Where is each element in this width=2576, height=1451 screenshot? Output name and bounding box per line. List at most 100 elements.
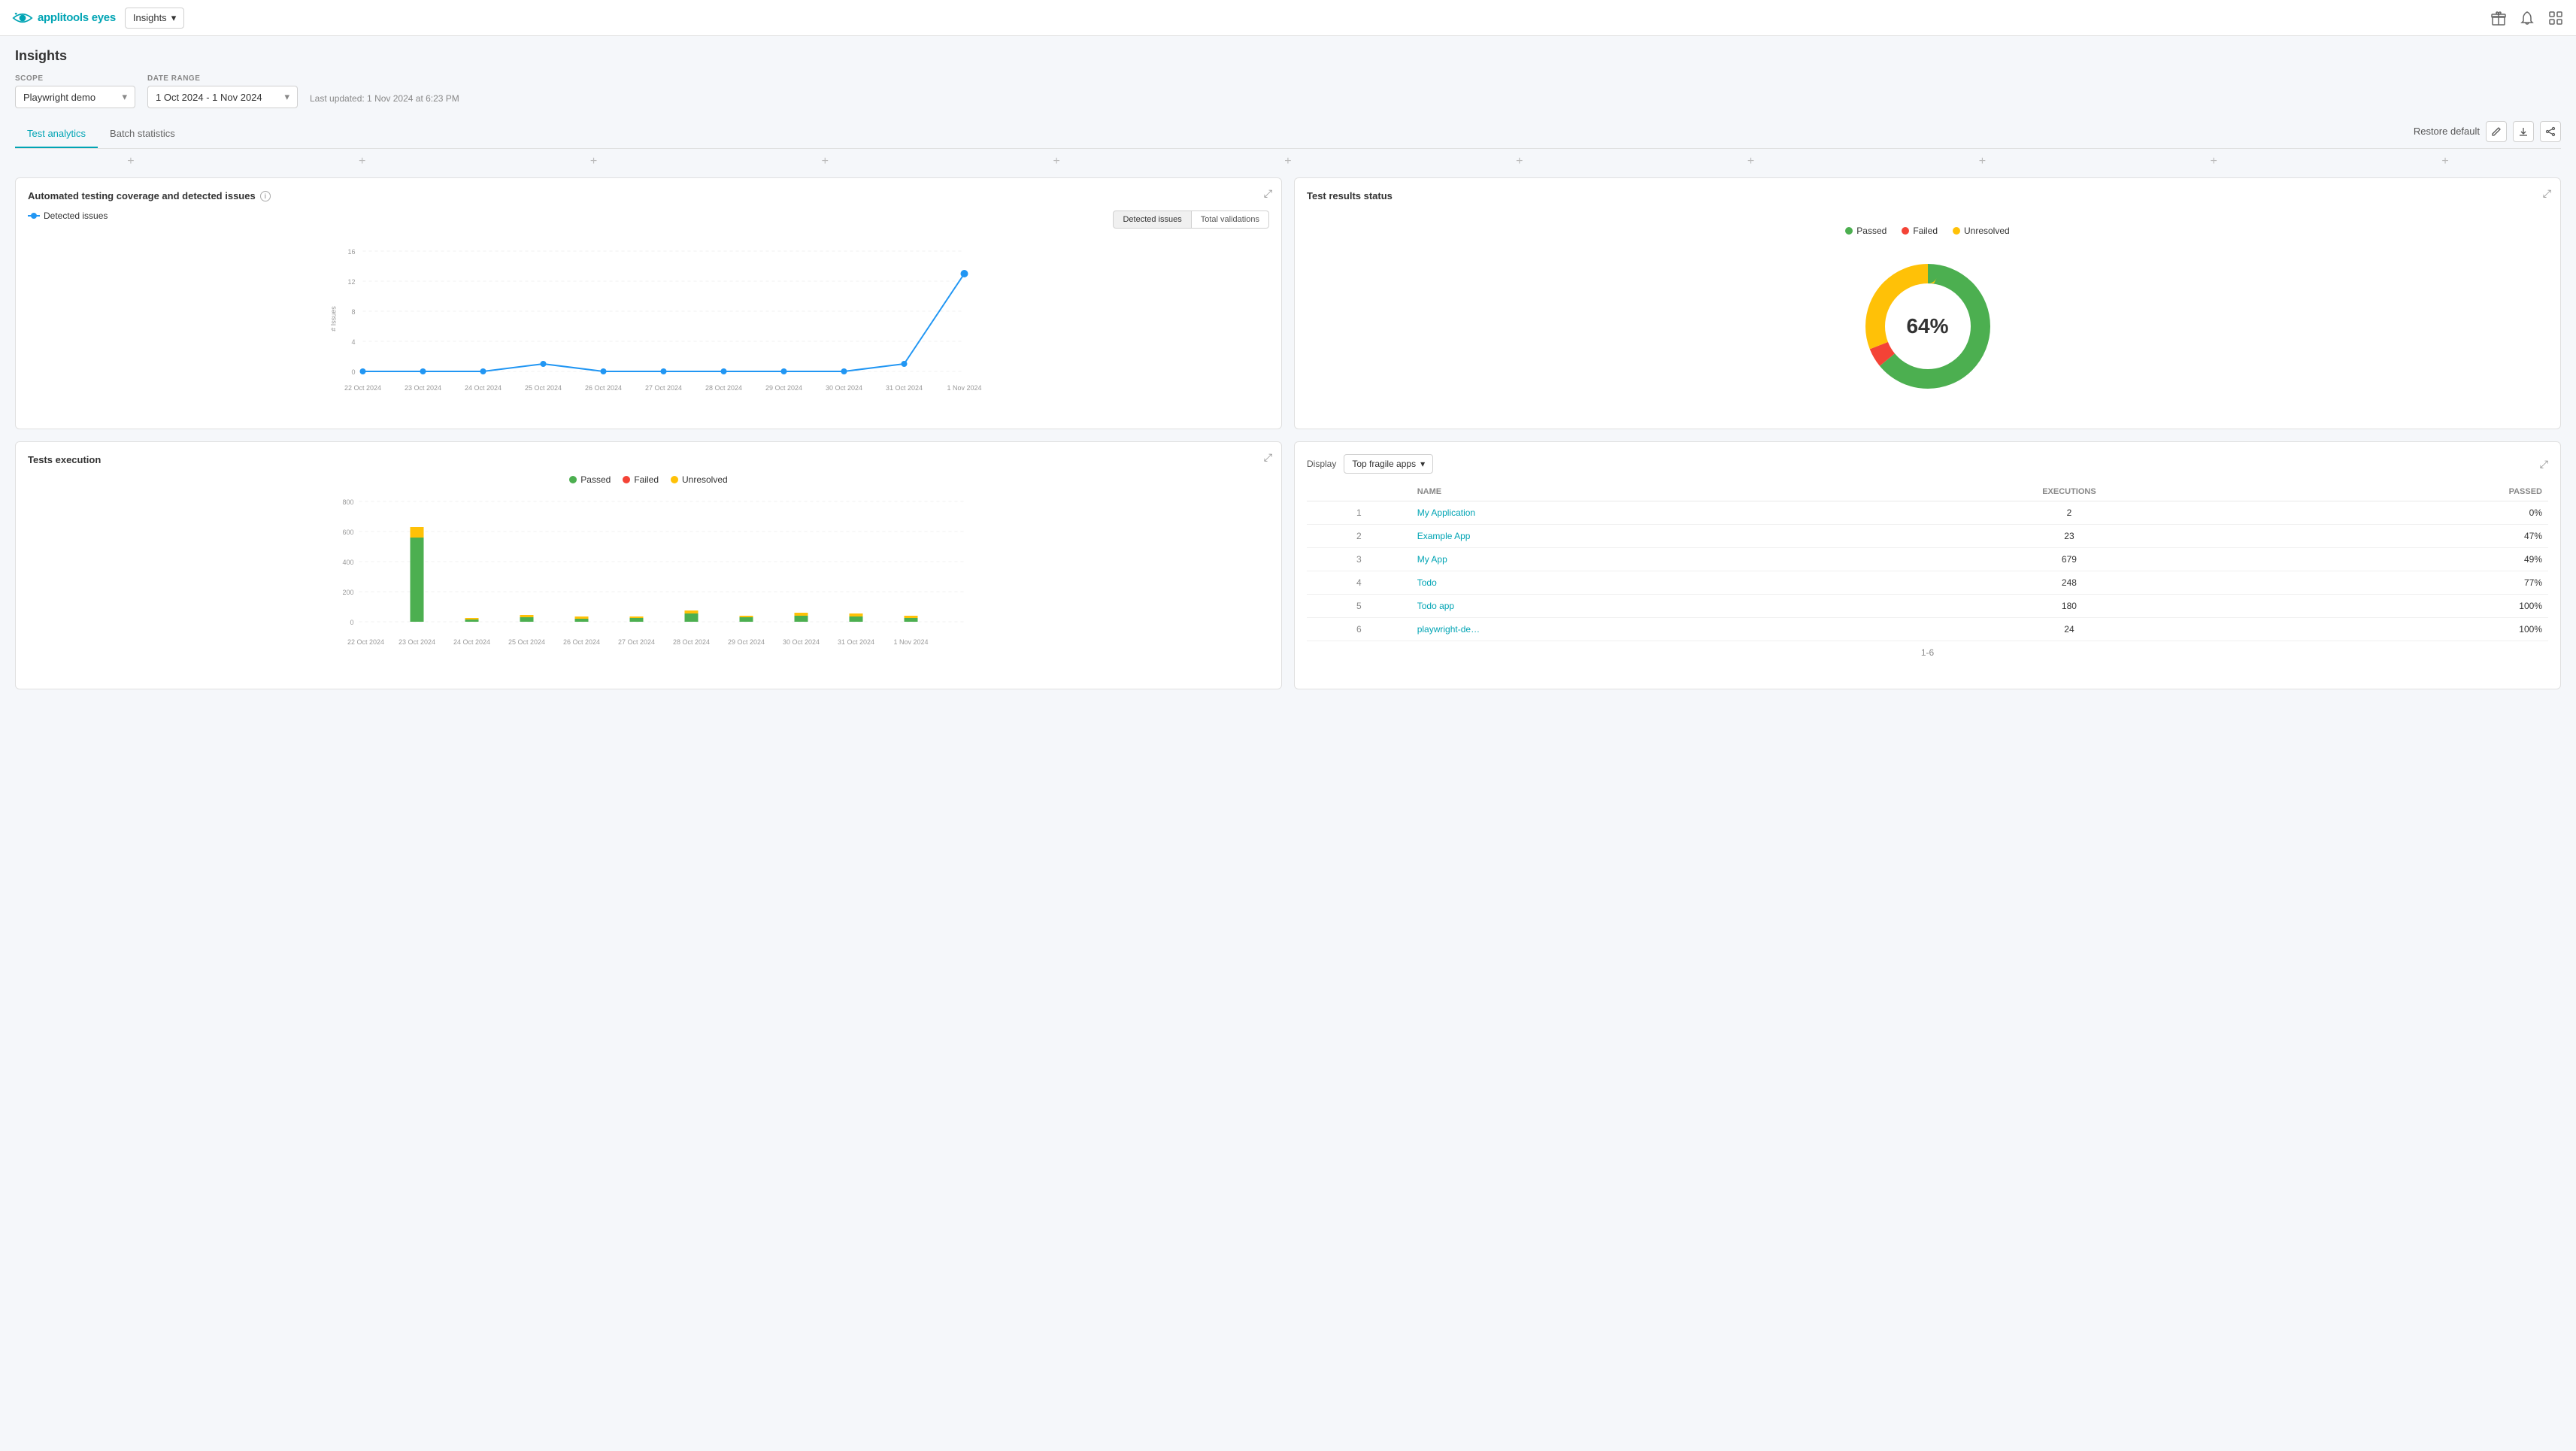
row-passed-pct: 49% [2271, 548, 2548, 571]
bar-1nov-unresolved [905, 616, 918, 618]
svg-text:23 Oct 2024: 23 Oct 2024 [405, 384, 441, 392]
download-icon-btn[interactable] [2513, 121, 2534, 142]
tab-test-analytics[interactable]: Test analytics [15, 120, 98, 148]
add-col-2[interactable]: + [247, 155, 478, 168]
data-point-1 [360, 368, 366, 374]
app-link[interactable]: Todo app [1417, 601, 1454, 611]
header-left: applitools eyes Insights ▾ [12, 8, 184, 29]
add-col-4[interactable]: + [709, 155, 941, 168]
display-select[interactable]: Top fragile apps ▾ [1344, 454, 1433, 474]
test-results-expand-icon[interactable]: ⤢ [2543, 187, 2551, 200]
app-link[interactable]: Example App [1417, 531, 1471, 541]
chevron-down-icon: ▾ [171, 12, 177, 24]
bar-1nov-passed [905, 618, 918, 622]
scope-select[interactable]: Playwright demo ▾ [15, 86, 135, 108]
row-name[interactable]: My App [1411, 548, 1868, 571]
row-num: 3 [1307, 548, 1411, 571]
date-range-select[interactable]: 1 Oct 2024 - 1 Nov 2024 ▾ [147, 86, 298, 108]
svg-text:25 Oct 2024: 25 Oct 2024 [508, 638, 545, 646]
row-executions: 248 [1868, 571, 2270, 595]
gift-icon[interactable] [2490, 10, 2507, 26]
svg-text:31 Oct 2024: 31 Oct 2024 [886, 384, 923, 392]
bar-26oct-passed [575, 619, 589, 622]
date-range-filter: DATE RANGE 1 Oct 2024 - 1 Nov 2024 ▾ [147, 74, 298, 108]
bar-29oct-passed [740, 617, 753, 622]
bar-24oct-passed [465, 619, 479, 622]
row-name[interactable]: My Application [1411, 501, 1868, 525]
grid-icon[interactable] [2547, 10, 2564, 26]
coverage-chart-area: 16 12 8 4 0 # Issues [28, 236, 1269, 404]
row-passed-pct: 100% [2271, 618, 2548, 641]
row-num: 1 [1307, 501, 1411, 525]
svg-text:30 Oct 2024: 30 Oct 2024 [826, 384, 862, 392]
toggle-total-btn[interactable]: Total validations [1192, 211, 1269, 229]
restore-default-area: Restore default [2414, 121, 2561, 148]
add-col-10[interactable]: + [2098, 155, 2329, 168]
coverage-chart-title: Automated testing coverage and detected … [28, 190, 1269, 201]
edit-icon-btn[interactable] [2486, 121, 2507, 142]
legend-unresolved: Unresolved [1953, 226, 2010, 236]
row-name[interactable]: Todo [1411, 571, 1868, 595]
execution-chart-svg: 0 200 400 600 800 [28, 494, 1269, 674]
add-col-5[interactable]: + [941, 155, 1172, 168]
bar-30oct-passed [795, 616, 808, 622]
svg-text:28 Oct 2024: 28 Oct 2024 [705, 384, 742, 392]
svg-text:0: 0 [350, 619, 353, 626]
add-col-6[interactable]: + [1172, 155, 1404, 168]
row-executions: 679 [1868, 548, 2270, 571]
bar-28oct-passed [685, 613, 699, 622]
bar-24oct-unresolved [465, 618, 479, 619]
table-row: 2 Example App 23 47% [1307, 525, 2548, 548]
table-row: 6 playwright-de… 24 100% [1307, 618, 2548, 641]
coverage-expand-icon[interactable]: ⤢ [1264, 187, 1272, 200]
execution-chart-card: Tests execution ⤢ Passed Failed Unresolv… [15, 441, 1282, 689]
svg-text:0: 0 [351, 368, 355, 376]
row-name[interactable]: Todo app [1411, 595, 1868, 618]
coverage-legend: Detected issues [28, 211, 108, 221]
col-executions: EXECUTIONS [1868, 483, 2270, 501]
exec-unresolved-dot-icon [671, 476, 678, 483]
tab-batch-statistics[interactable]: Batch statistics [98, 120, 187, 148]
add-col-8[interactable]: + [1635, 155, 1867, 168]
row-passed-pct: 77% [2271, 571, 2548, 595]
add-col-7[interactable]: + [1404, 155, 1635, 168]
app-link[interactable]: My Application [1417, 507, 1475, 518]
bell-icon[interactable] [2519, 10, 2535, 26]
bar-31oct-unresolved [850, 613, 863, 616]
data-point-11 [961, 270, 968, 277]
add-col-9[interactable]: + [1867, 155, 2099, 168]
toggle-detected-btn[interactable]: Detected issues [1113, 211, 1191, 229]
fragile-apps-table: NAME EXECUTIONS PASSED 1 My Application … [1307, 483, 2548, 641]
app-link[interactable]: Todo [1417, 577, 1437, 588]
share-icon-btn[interactable] [2540, 121, 2561, 142]
svg-text:27 Oct 2024: 27 Oct 2024 [645, 384, 682, 392]
svg-text:400: 400 [342, 559, 353, 566]
row-name[interactable]: Example App [1411, 525, 1868, 548]
fragile-expand-icon[interactable]: ⤢ [2540, 458, 2548, 471]
app-link[interactable]: My App [1417, 554, 1447, 565]
svg-text:1 Nov 2024: 1 Nov 2024 [893, 638, 928, 646]
restore-icons [2486, 121, 2561, 142]
page-content: Insights SCOPE Playwright demo ▾ DATE RA… [0, 36, 2576, 701]
logo: applitools eyes [12, 8, 116, 29]
insights-dropdown[interactable]: Insights ▾ [125, 8, 184, 29]
add-col-11[interactable]: + [2329, 155, 2561, 168]
filters-row: SCOPE Playwright demo ▾ DATE RANGE 1 Oct… [15, 74, 2561, 108]
bar-30oct-unresolved [795, 613, 808, 616]
col-name: NAME [1411, 483, 1868, 501]
exec-legend-passed: Passed [569, 474, 611, 485]
add-col-1[interactable]: + [15, 155, 247, 168]
display-label: Display [1307, 459, 1336, 469]
row-name[interactable]: playwright-de… [1411, 618, 1868, 641]
coverage-line [363, 274, 965, 371]
row-num: 6 [1307, 618, 1411, 641]
table-row: 3 My App 679 49% [1307, 548, 2548, 571]
add-col-3[interactable]: + [478, 155, 710, 168]
last-updated: Last updated: 1 Nov 2024 at 6:23 PM [310, 93, 459, 108]
bar-26oct-unresolved [575, 616, 589, 619]
detected-issues-line-icon [28, 215, 40, 217]
app-link[interactable]: playwright-de… [1417, 624, 1480, 635]
row-passed-pct: 47% [2271, 525, 2548, 548]
execution-expand-icon[interactable]: ⤢ [1264, 451, 1272, 464]
info-icon[interactable]: i [260, 191, 271, 201]
